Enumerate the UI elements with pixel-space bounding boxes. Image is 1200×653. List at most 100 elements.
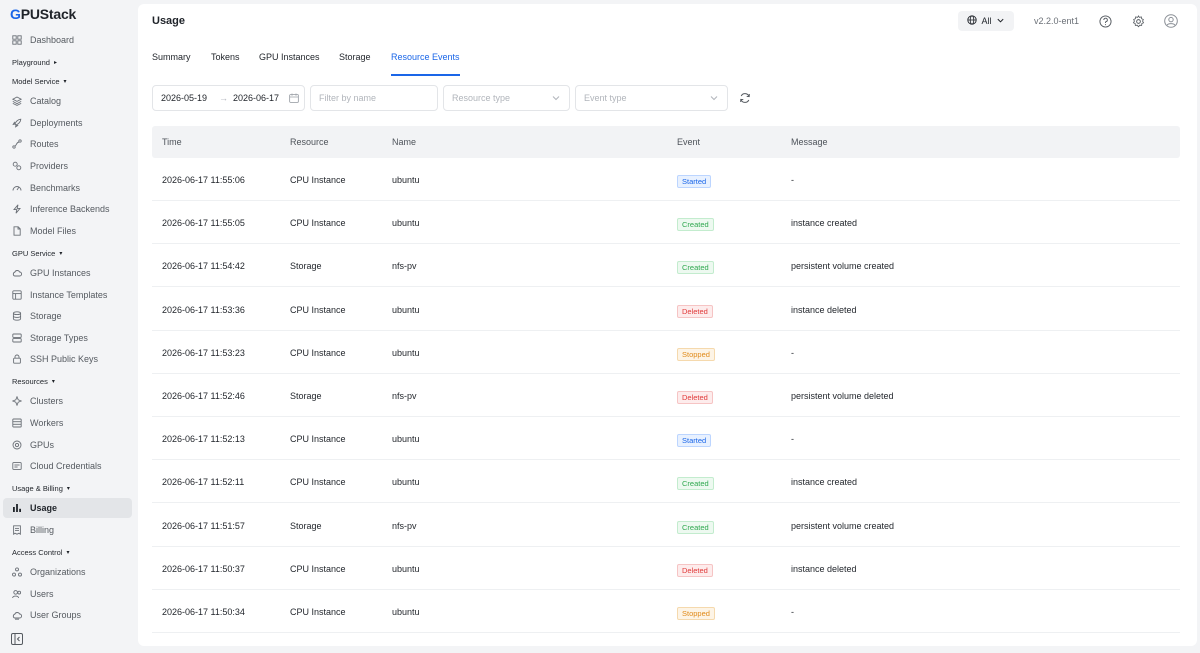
- cell-time: 2026-06-17 11:55:05: [162, 218, 245, 229]
- sidebar-item-routes[interactable]: Routes: [3, 134, 132, 154]
- sidebar-item-label: SSH Public Keys: [30, 354, 99, 364]
- date-range-picker[interactable]: 2026-05-19 → 2026-06-17: [152, 85, 305, 111]
- sidebar-item-usage[interactable]: Usage: [3, 498, 132, 518]
- sidebar-item-catalog[interactable]: Catalog: [3, 91, 132, 111]
- column-header-name[interactable]: Name: [392, 137, 416, 147]
- cell-resource: CPU Instance: [290, 607, 346, 617]
- tab-gpu-instances[interactable]: GPU Instances: [259, 52, 320, 76]
- sidebar-item-inference-backends[interactable]: Inference Backends: [3, 199, 132, 219]
- column-header-message[interactable]: Message: [791, 137, 828, 147]
- date-separator: →: [219, 93, 228, 103]
- sidebar-item-storage[interactable]: Storage: [3, 306, 132, 326]
- cell-time: 2026-06-17 11:50:37: [162, 563, 245, 574]
- column-header-time[interactable]: Time: [162, 137, 182, 147]
- cell-resource: CPU Instance: [290, 218, 346, 229]
- sidebar-item-ssh-public-keys[interactable]: SSH Public Keys: [3, 349, 132, 369]
- avatar[interactable]: [1164, 14, 1178, 28]
- date-end[interactable]: 2026-06-17: [233, 93, 279, 103]
- sidebar-item-label: Cloud Credentials: [30, 461, 102, 471]
- table-row[interactable]: 2026-06-17 11:55:05 CPU Instance ubuntu Cre…: [152, 201, 1180, 245]
- app-logo[interactable]: GPUStack: [10, 5, 76, 23]
- sidebar-item-label: Routes: [30, 139, 59, 149]
- scope-value: All: [981, 16, 992, 26]
- sidebar-item-users[interactable]: Users: [3, 584, 132, 604]
- cell-message: -: [791, 607, 794, 617]
- gear-icon[interactable]: [1131, 14, 1145, 28]
- resource-type-select[interactable]: Resource type: [443, 85, 570, 111]
- sidebar-item-storage-types[interactable]: Storage Types: [3, 328, 132, 348]
- sidebar-item-instance-templates[interactable]: Instance Templates: [3, 285, 132, 305]
- cell-message: -: [791, 434, 794, 445]
- event-status-badge: Deleted: [677, 391, 713, 404]
- name-filter-input[interactable]: Filter by name: [310, 85, 438, 111]
- cell-time: 2026-06-17 11:55:06: [162, 175, 245, 185]
- sidebar-item-label: Benchmarks: [30, 183, 81, 193]
- tab-summary[interactable]: Summary: [152, 52, 191, 76]
- chevron-down-icon: [551, 93, 561, 103]
- nav-group-gpu-service[interactable]: GPU Service ▾: [12, 246, 62, 260]
- nav-group-usage-billing[interactable]: Usage & Billing ▾: [12, 481, 70, 495]
- cell-message: -: [791, 347, 794, 358]
- sidebar-collapse-icon[interactable]: [11, 633, 23, 645]
- table-row[interactable]: 2026-06-17 11:50:37 CPU Instance ubuntu Del…: [152, 547, 1180, 590]
- tab-tokens[interactable]: Tokens: [211, 52, 240, 76]
- nav-group-label: GPU Service: [12, 248, 56, 258]
- table-row[interactable]: 2026-06-17 11:50:34 CPU Instance ubuntu Sto…: [152, 590, 1180, 633]
- tab-storage[interactable]: Storage: [339, 52, 371, 76]
- event-status-badge: Deleted: [677, 304, 713, 318]
- sidebar-item-benchmarks[interactable]: Benchmarks: [3, 178, 132, 198]
- table-row[interactable]: 2026-06-17 11:52:13 CPU Instance ubuntu Sta…: [152, 417, 1180, 461]
- sidebar-item-gpus[interactable]: GPUs: [3, 435, 132, 455]
- nav-group-playground[interactable]: Playground ▸: [12, 55, 57, 69]
- table-row[interactable]: 2026-06-17 11:51:57 Storage nfs-pv Created p…: [152, 504, 1180, 547]
- sidebar-item-user-groups[interactable]: User Groups: [3, 605, 132, 625]
- cell-time: 2026-06-17 11:53:36: [162, 304, 245, 315]
- cell-name: ubuntu: [392, 607, 420, 617]
- cell-time: 2026-06-17 11:52:46: [162, 391, 245, 401]
- help-icon[interactable]: [1098, 14, 1112, 28]
- table-row[interactable]: 2026-06-17 11:52:11 CPU Instance ubuntu Cre…: [152, 460, 1180, 504]
- table-row[interactable]: 2026-06-17 11:53:23 CPU Instance ubuntu Sto…: [152, 331, 1180, 374]
- table-row[interactable]: 2026-06-17 11:55:06 CPU Instance ubuntu Sta…: [152, 158, 1180, 201]
- event-status-badge: Created: [677, 520, 714, 534]
- sidebar-item-gpu-instances[interactable]: GPU Instances: [3, 263, 132, 283]
- cell-resource: Storage: [290, 261, 322, 272]
- sidebar-item-dashboard[interactable]: Dashboard: [3, 30, 132, 50]
- nav-group-access-control[interactable]: Access Control ▾: [12, 545, 69, 559]
- date-start[interactable]: 2026-05-19: [161, 93, 207, 103]
- sidebar-item-label: GPU Instances: [30, 268, 91, 278]
- cluster-icon: [12, 396, 22, 406]
- sidebar-item-label: Model Files: [30, 226, 77, 236]
- refresh-icon[interactable]: [739, 92, 751, 104]
- column-header-resource[interactable]: Resource: [290, 137, 329, 147]
- tab-resource-events[interactable]: Resource Events: [391, 52, 460, 76]
- sidebar-item-model-files[interactable]: Model Files: [3, 221, 132, 241]
- sidebar-item-billing[interactable]: Billing: [3, 520, 132, 540]
- sidebar-item-label: Billing: [30, 525, 55, 535]
- cell-name: ubuntu: [392, 434, 420, 445]
- scope-select[interactable]: All: [958, 11, 1014, 31]
- cell-resource: CPU Instance: [290, 563, 346, 574]
- table-row[interactable]: 2026-06-17 11:54:42 Storage nfs-pv Created p…: [152, 244, 1180, 288]
- nav-group-model-service[interactable]: Model Service ▾: [12, 74, 67, 88]
- globe-icon: [967, 15, 978, 27]
- billing-icon: [12, 525, 22, 535]
- column-header-event[interactable]: Event: [677, 137, 700, 147]
- sidebar-item-workers[interactable]: Workers: [3, 413, 132, 433]
- table-row[interactable]: 2026-06-17 11:52:46 Storage nfs-pv Deleted p…: [152, 374, 1180, 417]
- cell-time: 2026-06-17 11:52:13: [162, 434, 245, 445]
- table-row[interactable]: 2026-06-17 11:53:36 CPU Instance ubuntu Del…: [152, 288, 1180, 331]
- sidebar-item-clusters[interactable]: Clusters: [3, 391, 132, 411]
- sidebar-item-cloud-credentials[interactable]: Cloud Credentials: [3, 456, 132, 476]
- event-type-select[interactable]: Event type: [575, 85, 728, 111]
- server-icon: [12, 418, 22, 428]
- sidebar-item-label: GPUs: [30, 440, 55, 450]
- sidebar-item-organizations[interactable]: Organizations: [3, 562, 132, 582]
- sidebar-item-label: Clusters: [30, 396, 64, 406]
- nav-group-resources[interactable]: Resources ▾: [12, 374, 55, 388]
- cell-resource: CPU Instance: [290, 175, 346, 185]
- sidebar-item-deployments[interactable]: Deployments: [3, 113, 132, 133]
- sidebar-item-providers[interactable]: Providers: [3, 156, 132, 176]
- cell-resource: CPU Instance: [290, 347, 346, 358]
- caret-icon: ▾: [63, 78, 67, 85]
